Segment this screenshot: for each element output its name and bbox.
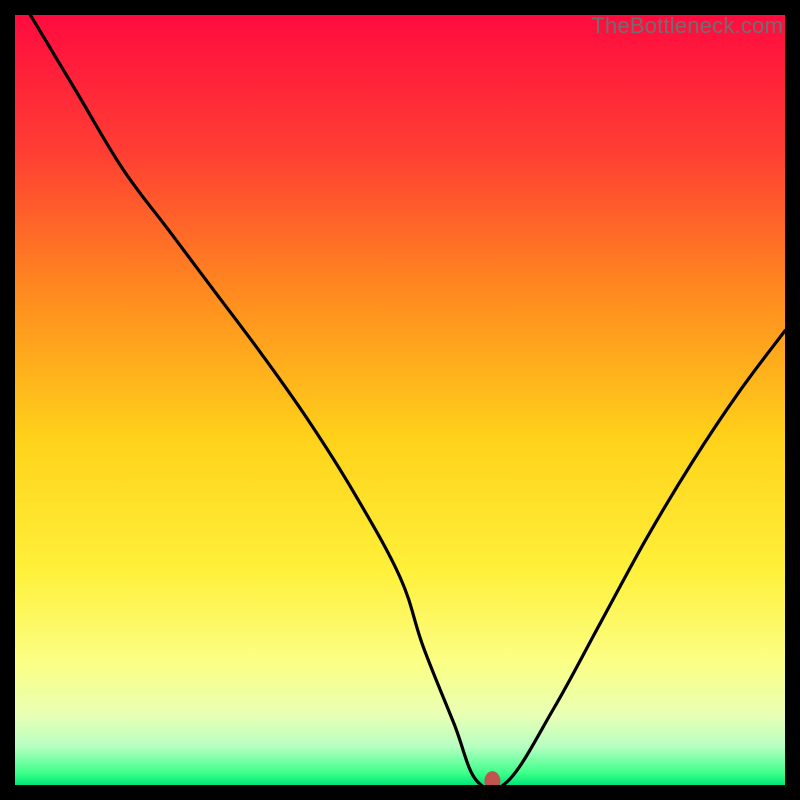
gradient-fill xyxy=(15,15,785,785)
chart-frame: TheBottleneck.com xyxy=(15,15,785,785)
bottleneck-chart xyxy=(15,15,785,785)
watermark-text: TheBottleneck.com xyxy=(591,13,783,39)
